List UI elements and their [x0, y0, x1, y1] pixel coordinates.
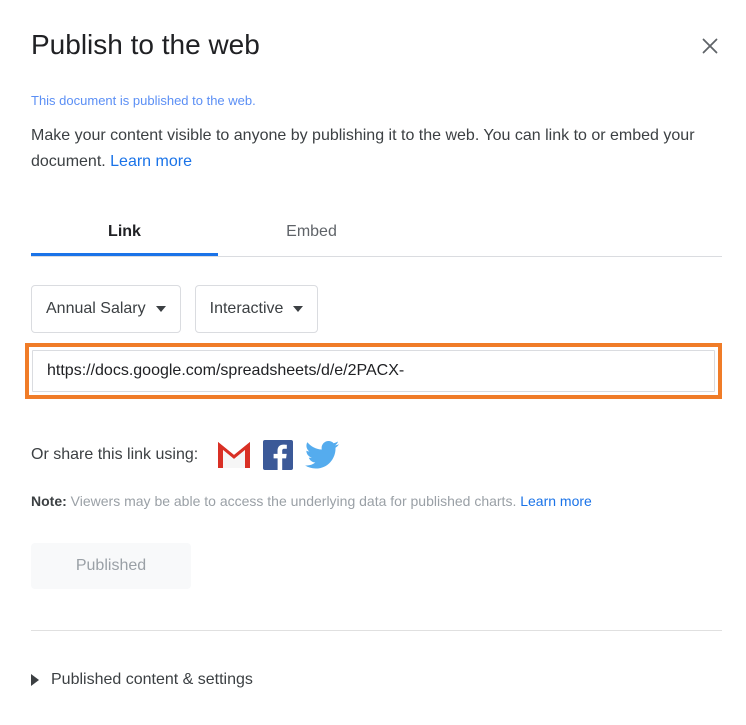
chevron-down-icon [155, 306, 166, 312]
page-title: Publish to the web [31, 29, 260, 60]
publish-status-text: This document is published to the web. [31, 93, 256, 108]
published-button[interactable]: Published [31, 543, 191, 589]
dialog-description: Make your content visible to anyone by p… [31, 123, 709, 175]
note-prefix: Note: [31, 493, 67, 509]
close-icon [701, 37, 719, 55]
published-url-highlight [25, 343, 722, 399]
selector-row: Annual Salary Interactive [31, 285, 319, 333]
note-text: Note: Viewers may be able to access the … [31, 491, 592, 511]
chevron-down-icon [293, 306, 304, 312]
learn-more-link-description[interactable]: Learn more [110, 153, 192, 170]
gmail-icon[interactable] [212, 433, 256, 477]
published-content-settings-label: Published content & settings [51, 671, 253, 688]
tab-link[interactable]: Link [31, 215, 218, 256]
close-button[interactable] [692, 28, 728, 64]
triangle-right-icon [31, 674, 39, 686]
note-body: Viewers may be able to access the underl… [66, 493, 521, 509]
footer-divider [31, 630, 722, 631]
published-url-input[interactable] [32, 350, 715, 392]
sheet-selector-label: Annual Salary [46, 300, 146, 317]
share-row: Or share this link using: [31, 433, 344, 477]
share-label: Or share this link using: [31, 446, 199, 463]
publish-to-web-dialog: Publish to the web This document is publ… [0, 0, 746, 725]
twitter-icon[interactable] [300, 433, 344, 477]
format-selector-label: Interactive [209, 300, 284, 317]
tab-embed[interactable]: Embed [218, 215, 405, 256]
sheet-selector-dropdown[interactable]: Annual Salary [31, 285, 181, 333]
learn-more-link-note[interactable]: Learn more [520, 493, 592, 509]
tab-bar: Link Embed [31, 215, 722, 257]
published-content-settings-toggle[interactable]: Published content & settings [31, 667, 253, 693]
facebook-icon[interactable] [256, 433, 300, 477]
format-selector-dropdown[interactable]: Interactive [194, 285, 319, 333]
